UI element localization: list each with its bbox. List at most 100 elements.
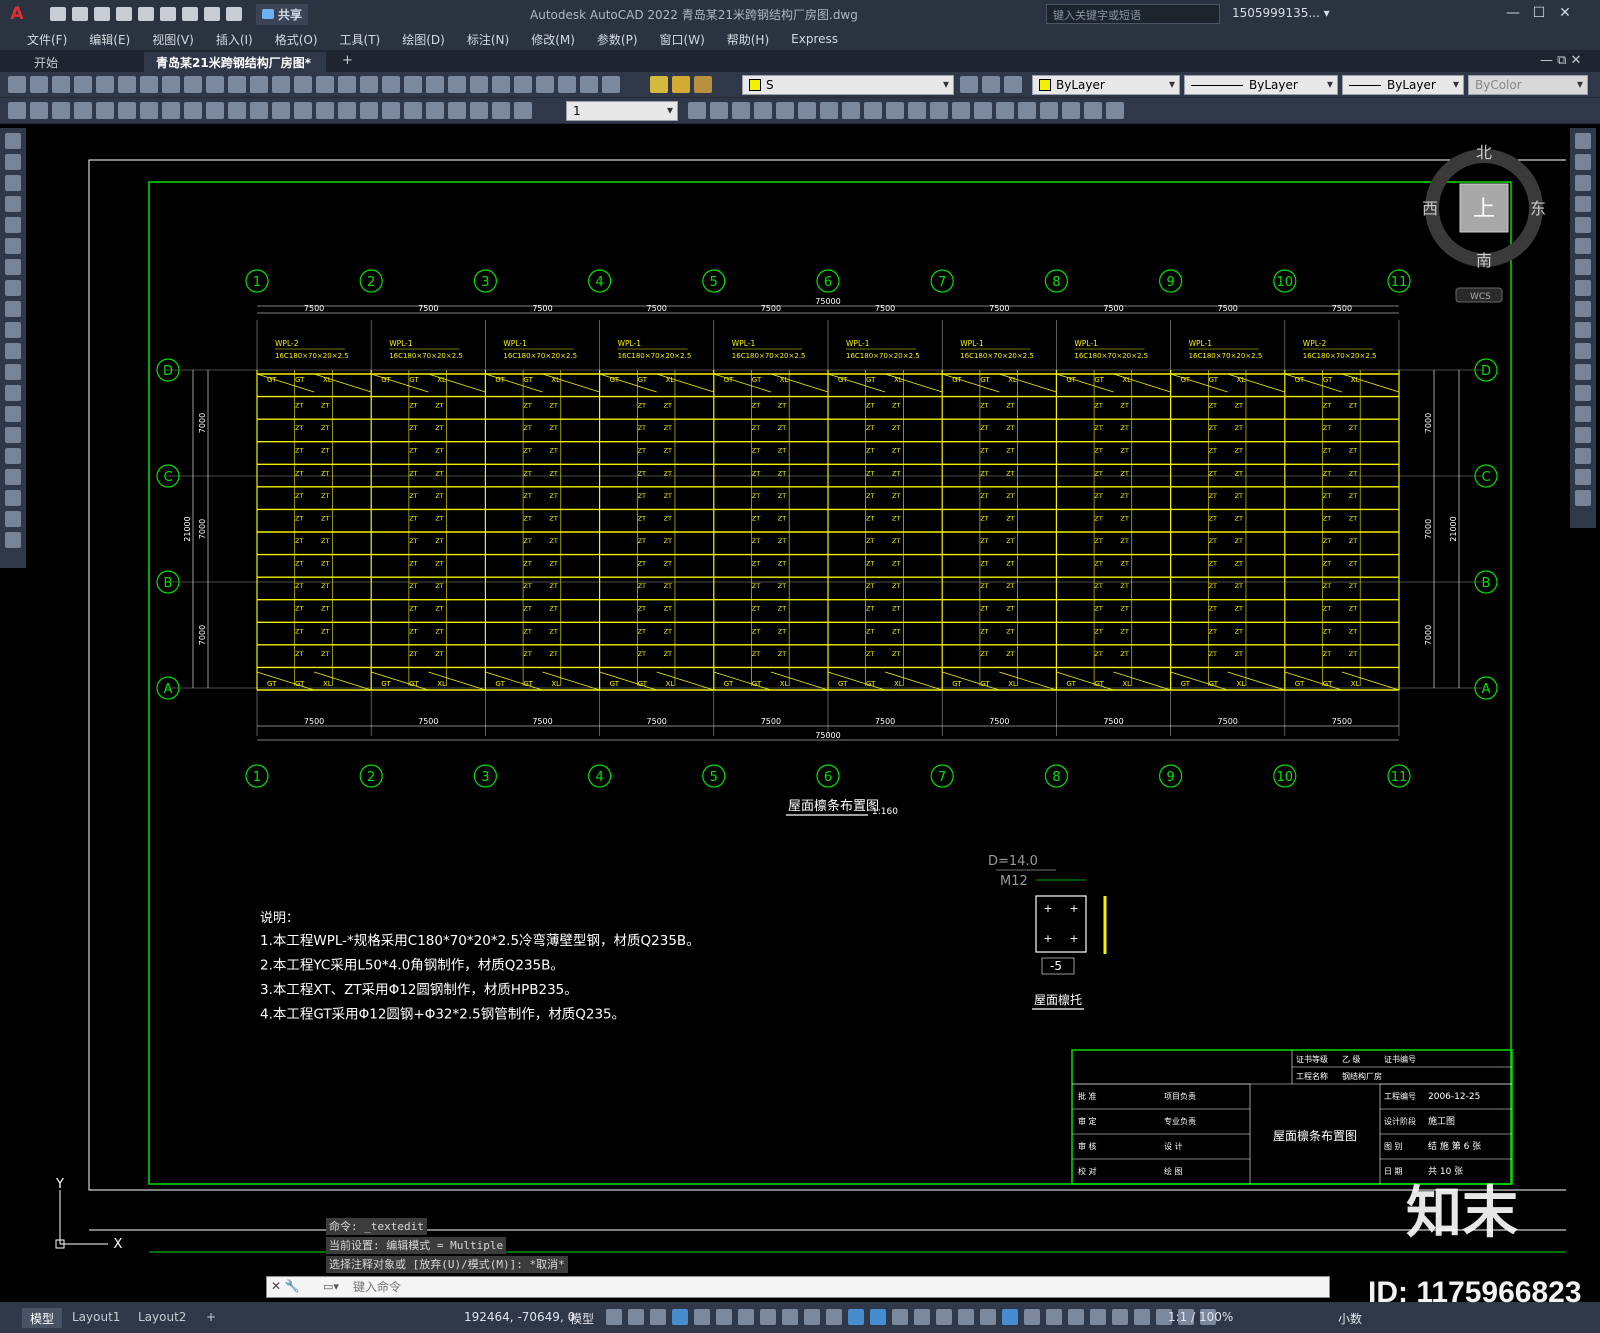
color-dropdown[interactable]: ByLayer [1032,75,1180,95]
status-toggle-icon[interactable] [892,1309,908,1325]
standard-tool-icon[interactable] [162,76,180,93]
menu-item[interactable]: Express [780,32,849,46]
modify-tool-icon[interactable] [754,102,772,119]
modify-tool-icon[interactable] [1018,102,1036,119]
layout-tab-layout1[interactable]: Layout1 [64,1308,128,1328]
status-toggle-icon[interactable] [1090,1309,1106,1325]
modify-tool-icon[interactable] [842,102,860,119]
draw-tool-icon[interactable] [5,301,21,317]
restore-doc-icon[interactable]: — ⧉ ✕ [1540,53,1581,68]
modify-side-tool-icon[interactable] [1575,175,1591,191]
status-toggle-icon[interactable] [914,1309,930,1325]
units-display[interactable]: 小数 [1338,1310,1362,1327]
draw-tool-icon[interactable] [5,322,21,338]
dimension-tool-icon[interactable] [492,102,510,119]
status-toggle-icon[interactable] [1112,1309,1128,1325]
user-account[interactable]: 1505999135... ▾ [1232,6,1330,20]
draw-tool-icon[interactable] [5,469,21,485]
layer-lock-icon[interactable] [694,76,712,93]
standard-tool-icon[interactable] [514,76,532,93]
modify-side-tool-icon[interactable] [1575,301,1591,317]
dimension-tool-icon[interactable] [514,102,532,119]
modify-side-tool-icon[interactable] [1575,196,1591,212]
dimension-tool-icon[interactable] [74,102,92,119]
status-toggle-icon[interactable] [760,1309,776,1325]
standard-tool-icon[interactable] [316,76,334,93]
standard-tool-icon[interactable] [272,76,290,93]
modify-side-tool-icon[interactable] [1575,217,1591,233]
layout-tab-model[interactable]: 模型 [22,1308,63,1328]
status-toggle-icon[interactable] [628,1309,644,1325]
standard-tool-icon[interactable] [448,76,466,93]
draw-tool-icon[interactable] [5,448,21,464]
layer-dropdown[interactable]: S [742,75,954,95]
web-save-icon[interactable] [160,7,176,21]
add-layout-icon[interactable]: + [198,1308,224,1328]
standard-tool-icon[interactable] [118,76,136,93]
dimension-tool-icon[interactable] [294,102,312,119]
dimension-tool-icon[interactable] [404,102,422,119]
status-toggle-icon[interactable] [1134,1309,1150,1325]
close-button[interactable]: ✕ [1552,5,1578,21]
status-toggle-icon[interactable] [958,1309,974,1325]
plotstyle-dropdown[interactable]: ByColor [1468,75,1588,95]
standard-tool-icon[interactable] [558,76,576,93]
modify-tool-icon[interactable] [1062,102,1080,119]
dimension-tool-icon[interactable] [8,102,26,119]
modify-tool-icon[interactable] [798,102,816,119]
modify-tool-icon[interactable] [864,102,882,119]
web-open-icon[interactable] [138,7,154,21]
menu-item[interactable]: 标注(N) [456,31,520,48]
modify-side-tool-icon[interactable] [1575,469,1591,485]
standard-tool-icon[interactable] [294,76,312,93]
modify-tool-icon[interactable] [1040,102,1058,119]
dimension-tool-icon[interactable] [140,102,158,119]
plot-icon[interactable] [182,7,198,21]
standard-tool-icon[interactable] [74,76,92,93]
standard-tool-icon[interactable] [140,76,158,93]
standard-tool-icon[interactable] [536,76,554,93]
draw-tool-icon[interactable] [5,238,21,254]
new-tab-icon[interactable]: + [342,53,353,68]
modify-tool-icon[interactable] [820,102,838,119]
modify-tool-icon[interactable] [710,102,728,119]
layer-freeze-icon[interactable] [672,76,690,93]
recent-commands-icon[interactable]: ▭▾ [323,1280,339,1293]
autocad-logo-icon[interactable]: A [0,0,34,28]
menu-item[interactable]: 帮助(H) [716,31,780,48]
menu-item[interactable]: 格式(O) [264,31,329,48]
standard-tool-icon[interactable] [228,76,246,93]
menu-item[interactable]: 窗口(W) [649,31,716,48]
modify-tool-icon[interactable] [732,102,750,119]
dimension-tool-icon[interactable] [272,102,290,119]
menu-item[interactable]: 编辑(E) [78,31,141,48]
draw-tool-icon[interactable] [5,532,21,548]
draw-tool-icon[interactable] [5,175,21,191]
modify-tool-icon[interactable] [930,102,948,119]
draw-tool-icon[interactable] [5,280,21,296]
status-toggle-icon[interactable] [1068,1309,1084,1325]
dimension-tool-icon[interactable] [360,102,378,119]
standard-tool-icon[interactable] [96,76,114,93]
dimension-tool-icon[interactable] [448,102,466,119]
layer-on-icon[interactable] [650,76,668,93]
standard-tool-icon[interactable] [360,76,378,93]
status-toggle-icon[interactable] [826,1309,842,1325]
modify-side-tool-icon[interactable] [1575,364,1591,380]
menu-item[interactable]: 插入(I) [205,31,264,48]
status-toggle-icon[interactable] [936,1309,952,1325]
dimension-tool-icon[interactable] [382,102,400,119]
status-toggle-icon[interactable] [1024,1309,1040,1325]
standard-tool-icon[interactable] [52,76,70,93]
draw-tool-icon[interactable] [5,133,21,149]
tab-current-drawing[interactable]: 青岛某21米跨钢结构厂房图* ✕ [144,52,326,85]
menu-item[interactable]: 修改(M) [520,31,586,48]
draw-tool-icon[interactable] [5,343,21,359]
menu-item[interactable]: 文件(F) [16,31,78,48]
status-toggle-icon[interactable] [870,1309,886,1325]
menu-item[interactable]: 绘图(D) [391,31,456,48]
dimension-tool-icon[interactable] [30,102,48,119]
standard-tool-icon[interactable] [580,76,598,93]
modify-tool-icon[interactable] [996,102,1014,119]
modify-tool-icon[interactable] [776,102,794,119]
